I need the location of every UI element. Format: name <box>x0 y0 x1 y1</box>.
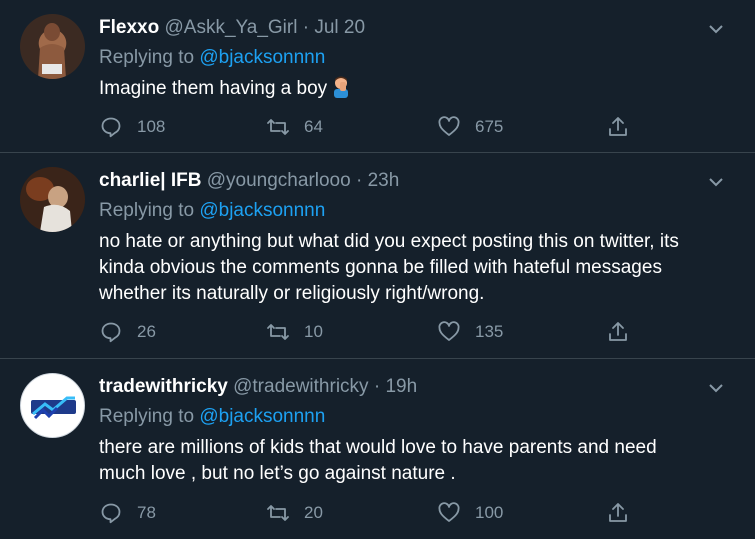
replying-to-label: Replying to <box>99 406 195 427</box>
display-name[interactable]: Flexxo <box>99 17 159 38</box>
like-count: 135 <box>475 322 504 341</box>
chevron-down-icon[interactable] <box>705 377 727 399</box>
tweet-text-line: much love , but no let’s go against natu… <box>99 463 456 484</box>
display-name[interactable]: tradewithricky <box>99 376 228 397</box>
reply-count: 108 <box>137 117 166 136</box>
timestamp[interactable]: 23h <box>368 170 400 191</box>
avatar-photo <box>20 167 85 232</box>
reply-icon <box>101 503 121 524</box>
tweet[interactable]: charlie| IFB @youngcharlooo · 23h Replyi… <box>0 153 755 359</box>
reply-icon <box>101 117 121 138</box>
replying-to: Replying to @bjacksonnnn <box>99 405 715 429</box>
replying-to: Replying to @bjacksonnnn <box>99 46 715 70</box>
user-handle[interactable]: @tradewithricky <box>233 376 368 397</box>
tweet[interactable]: Flexxo @Askk_Ya_Girl · Jul 20 Replying t… <box>0 0 755 153</box>
tweet-text-line: Imagine them having a boy <box>99 76 715 102</box>
tweet-text: there are millions of kids that would lo… <box>99 435 715 487</box>
timestamp[interactable]: Jul 20 <box>314 17 365 38</box>
reply-button[interactable]: 108 <box>99 114 165 140</box>
chevron-down-icon[interactable] <box>705 18 727 40</box>
retweet-count: 20 <box>304 503 323 522</box>
tweet-text: Imagine them having a boy <box>99 76 715 102</box>
like-button[interactable]: 100 <box>437 500 503 526</box>
tweet-header: charlie| IFB @youngcharlooo · 23h <box>99 169 715 193</box>
brand-logo <box>31 396 76 420</box>
tweet-text-line: kinda obvious the comments gonna be fill… <box>99 257 662 278</box>
tweet-text: no hate or anything but what did you exp… <box>99 229 715 307</box>
retweet-button[interactable]: 20 <box>266 500 323 526</box>
reply-count: 26 <box>137 322 156 341</box>
retweet-icon <box>267 119 289 135</box>
tweet-actions: 78 20 100 <box>99 500 659 526</box>
mention-link[interactable]: @bjacksonnnn <box>199 47 325 68</box>
reply-button[interactable]: 26 <box>99 319 156 345</box>
replying-to-label: Replying to <box>99 200 195 221</box>
reply-icon <box>101 322 121 343</box>
user-handle[interactable]: @Askk_Ya_Girl <box>164 17 297 38</box>
retweet-button[interactable]: 64 <box>266 114 323 140</box>
share-icon <box>609 117 627 136</box>
avatar[interactable] <box>20 167 85 232</box>
separator-dot: · <box>373 376 381 397</box>
avatar[interactable] <box>20 373 85 438</box>
like-button[interactable]: 675 <box>437 114 503 140</box>
share-button[interactable] <box>606 114 630 140</box>
mention-link[interactable]: @bjacksonnnn <box>199 200 325 221</box>
tweet[interactable]: tradewithricky @tradewithricky · 19h Rep… <box>0 359 755 539</box>
separator-dot: · <box>355 170 363 191</box>
tweet-text-line: whether its naturally or religiously rig… <box>99 283 485 304</box>
tweet-actions: 26 10 135 <box>99 319 659 345</box>
retweet-icon <box>267 505 289 521</box>
retweet-count: 10 <box>304 322 323 341</box>
tweet-text-line: there are millions of kids that would lo… <box>99 437 657 458</box>
share-icon <box>609 322 627 341</box>
like-button[interactable]: 135 <box>437 319 503 345</box>
like-count: 675 <box>475 117 504 136</box>
timestamp[interactable]: 19h <box>385 376 417 397</box>
avatar[interactable] <box>20 14 85 79</box>
heart-icon <box>438 116 460 136</box>
display-name[interactable]: charlie| IFB <box>99 170 201 191</box>
retweet-button[interactable]: 10 <box>266 319 323 345</box>
replying-to-label: Replying to <box>99 47 195 68</box>
user-handle[interactable]: @youngcharlooo <box>207 170 351 191</box>
avatar-photo <box>38 23 66 79</box>
like-count: 100 <box>475 503 504 522</box>
mention-link[interactable]: @bjacksonnnn <box>199 406 325 427</box>
man-facepalming-emoji <box>334 76 349 98</box>
tweet-actions: 108 64 675 <box>99 114 659 140</box>
heart-icon <box>438 321 460 341</box>
chevron-down-icon[interactable] <box>705 171 727 193</box>
tweet-text-content: Imagine them having a boy <box>99 78 328 99</box>
share-button[interactable] <box>606 319 630 345</box>
retweet-icon <box>267 324 289 340</box>
reply-count: 78 <box>137 503 156 522</box>
separator-dot: · <box>302 17 310 38</box>
replying-to: Replying to @bjacksonnnn <box>99 199 715 223</box>
share-icon <box>609 503 627 522</box>
heart-icon <box>438 502 460 522</box>
reply-button[interactable]: 78 <box>99 500 156 526</box>
tweet-text-line: no hate or anything but what did you exp… <box>99 231 679 252</box>
tweet-header: Flexxo @Askk_Ya_Girl · Jul 20 <box>99 16 715 40</box>
share-button[interactable] <box>606 500 630 526</box>
retweet-count: 64 <box>304 117 323 136</box>
tweet-header: tradewithricky @tradewithricky · 19h <box>99 375 715 399</box>
